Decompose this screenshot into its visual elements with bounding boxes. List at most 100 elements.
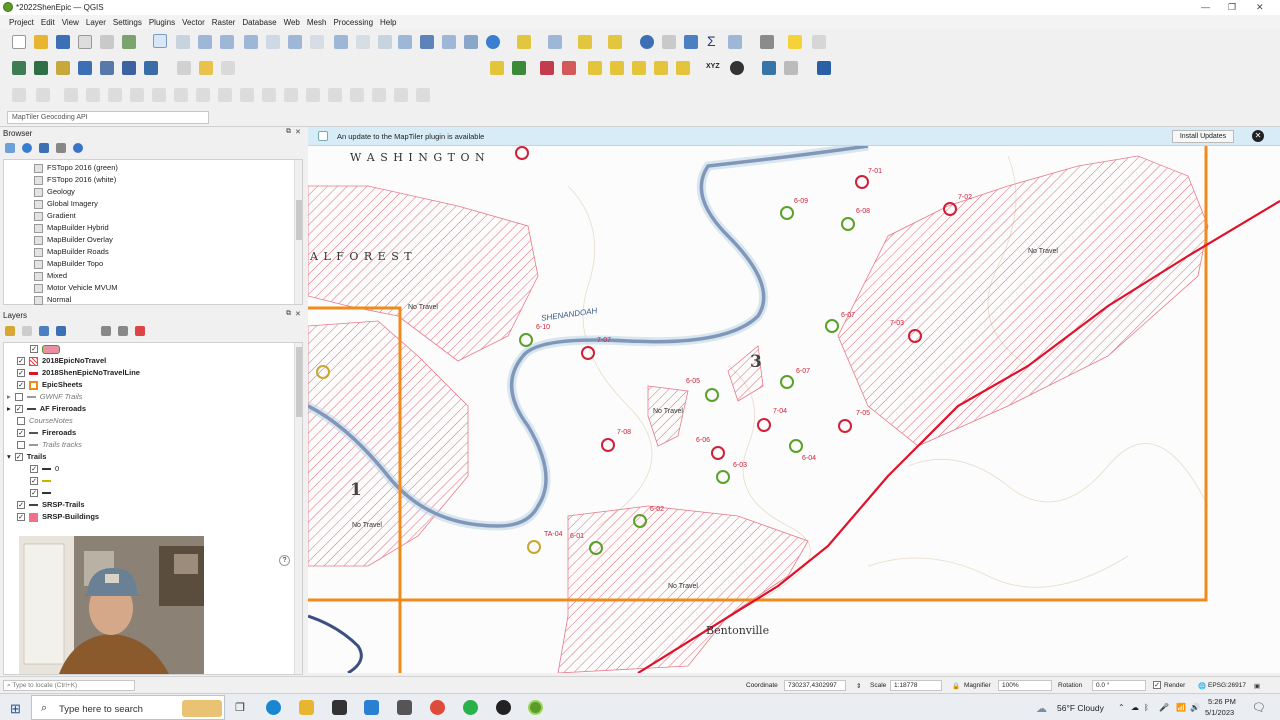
menu-web[interactable]: Web [281, 18, 303, 27]
layer-item[interactable]: ✓ SRSP-Buildings [17, 511, 99, 522]
vertex-tool-icon[interactable] [36, 88, 50, 102]
expand-arrow-icon[interactable]: ▸ [7, 392, 11, 401]
microphone-icon[interactable]: 🎤 [1159, 703, 1169, 712]
properties-icon[interactable] [73, 143, 83, 153]
lock-scale-icon[interactable]: 🔒 [952, 682, 960, 690]
filter-legend-icon[interactable] [56, 326, 66, 336]
reverse-line-icon[interactable] [306, 88, 320, 102]
layers-float-button[interactable]: ⧉ [286, 310, 291, 318]
new-geopackage-icon[interactable] [34, 61, 48, 75]
magnifier-field[interactable]: 100% [998, 680, 1052, 691]
control-marker[interactable] [838, 419, 852, 433]
move-feature-icon[interactable] [86, 88, 100, 102]
toggle-extents-icon[interactable]: ⇕ [856, 682, 861, 690]
browser-item[interactable]: Geology [34, 186, 75, 197]
menu-settings[interactable]: Settings [110, 18, 145, 27]
show-labels-icon[interactable] [562, 61, 576, 75]
grid-plugin-icon[interactable] [784, 61, 798, 75]
xyz-tiles-icon[interactable]: XYZ [706, 63, 720, 70]
measure-icon[interactable] [760, 35, 774, 49]
new-map-view-icon[interactable] [378, 35, 392, 49]
layer-item[interactable]: ✓ SRSP-Trails [17, 499, 85, 510]
split-features-icon[interactable] [350, 88, 364, 102]
save-edits-icon[interactable] [221, 61, 235, 75]
pan-to-selection-icon[interactable] [176, 35, 190, 49]
zoom-out-icon[interactable] [220, 35, 234, 49]
control-marker[interactable] [789, 439, 803, 453]
open-table-icon[interactable] [728, 35, 742, 49]
browser-item[interactable]: Global Imagery [34, 198, 98, 209]
browser-item[interactable]: Motor Vehicle MVUM [34, 282, 117, 293]
collapse-layers-icon[interactable] [118, 326, 128, 336]
layers-close-button[interactable]: ✕ [295, 310, 301, 318]
layer-checkbox[interactable]: ✓ [14, 453, 23, 462]
menu-view[interactable]: View [59, 18, 82, 27]
layer-group[interactable]: ▾ ✓ Trails [7, 451, 46, 462]
layer-subitem[interactable]: ✓ 0 [30, 463, 59, 474]
zoom-in-icon[interactable] [198, 35, 212, 49]
whatsapp-icon[interactable] [463, 700, 478, 715]
layer-checkbox[interactable]: ✓ [30, 345, 38, 354]
add-selected-icon[interactable] [5, 143, 15, 153]
rotate-label-icon[interactable] [610, 61, 624, 75]
attribute-table-icon[interactable] [662, 35, 676, 49]
zoom-selection-icon[interactable] [266, 35, 280, 49]
browser-scroll-thumb[interactable] [296, 200, 302, 240]
control-marker[interactable] [716, 470, 730, 484]
layer-checkbox[interactable]: ✓ [17, 357, 25, 366]
menu-vector[interactable]: Vector [179, 18, 208, 27]
rotate-feature-icon[interactable] [108, 88, 122, 102]
style-layer-icon[interactable] [5, 326, 15, 336]
layer-checkbox[interactable] [17, 417, 25, 426]
menu-processing[interactable]: Processing [330, 18, 376, 27]
weather-text[interactable]: 56°F Cloudy [1057, 703, 1104, 713]
remove-layer-icon[interactable] [135, 326, 145, 336]
add-vector-icon[interactable] [56, 61, 70, 75]
edge-browser-icon[interactable] [266, 700, 281, 715]
layers-scrollbar[interactable] [294, 343, 302, 674]
close-button[interactable]: ✕ [1256, 2, 1264, 13]
browser-item[interactable]: FSTopo 2016 (green) [34, 162, 118, 173]
add-raster-icon[interactable] [78, 61, 92, 75]
browser-item[interactable]: MapBuilder Overlay [34, 234, 113, 245]
add-ring-icon[interactable] [152, 88, 166, 102]
chrome-icon[interactable] [430, 700, 445, 715]
control-marker[interactable] [757, 418, 771, 432]
control-marker[interactable] [780, 375, 794, 389]
merge-attributes-icon[interactable] [416, 88, 430, 102]
control-marker[interactable] [780, 206, 794, 220]
control-marker[interactable] [711, 446, 725, 460]
browser-item[interactable]: MapBuilder Hybrid [34, 222, 109, 233]
layer-group[interactable]: ▸ ✓ AF Fireroads [7, 403, 86, 414]
identify-icon[interactable] [640, 35, 654, 49]
layer-item[interactable]: ✓ 2018ShenEpicNoTravelLine [17, 367, 140, 378]
geocode-input[interactable]: MapTiler Geocoding API [7, 111, 209, 124]
temporal-controller-icon[interactable] [464, 35, 478, 49]
add-mesh-icon[interactable] [100, 61, 114, 75]
fill-ring-icon[interactable] [196, 88, 210, 102]
menu-layer[interactable]: Layer [83, 18, 109, 27]
open-project-icon[interactable] [34, 35, 48, 49]
help-icon[interactable] [817, 61, 831, 75]
delete-ring-icon[interactable] [218, 88, 232, 102]
messages-icon[interactable]: ▣ [1254, 682, 1260, 690]
print-layout-icon[interactable] [78, 35, 92, 49]
style-manager-icon[interactable] [122, 35, 136, 49]
browser-scrollbar[interactable] [294, 160, 302, 304]
zoom-full-icon[interactable] [244, 35, 258, 49]
menu-help[interactable]: Help [377, 18, 399, 27]
render-checkbox[interactable]: ✓ [1153, 681, 1161, 689]
cloud-sync-icon[interactable]: ☁ [1131, 703, 1139, 712]
pan-map-icon[interactable] [153, 34, 167, 48]
store-icon[interactable] [332, 700, 347, 715]
save-project-icon[interactable] [56, 35, 70, 49]
control-marker[interactable] [527, 540, 541, 554]
control-marker[interactable] [581, 346, 595, 360]
field-calculator-icon[interactable] [684, 35, 698, 49]
layer-subitem[interactable]: ✓ [30, 475, 55, 486]
crs-label[interactable]: EPSG:26917 [1208, 682, 1246, 689]
mail-icon[interactable] [364, 700, 379, 715]
layer-checkbox[interactable] [17, 441, 25, 450]
zoom-next-icon[interactable] [356, 35, 370, 49]
trim-extend-icon[interactable] [328, 88, 342, 102]
